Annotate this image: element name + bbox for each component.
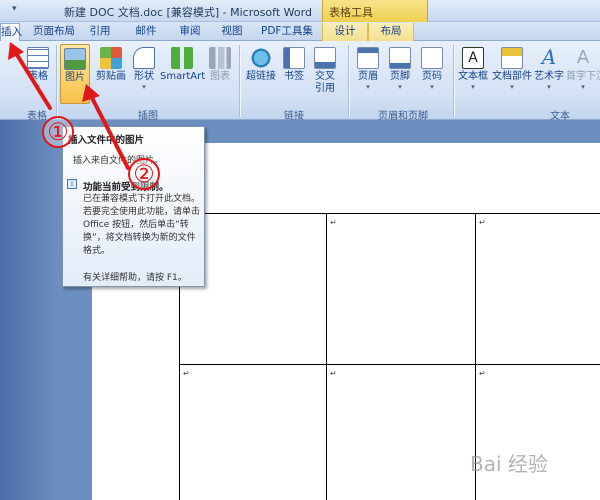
annotation-arrow-2 <box>88 92 130 170</box>
annotation-overlay <box>8 42 130 170</box>
annotation-marker-2: ② <box>128 158 160 190</box>
annotation-arrow-1 <box>12 48 52 110</box>
annotation-marker-1: ① <box>42 116 74 148</box>
arrowhead-1-icon <box>8 42 24 60</box>
baidu-jingyan-watermark: Bai 经验 <box>470 452 548 476</box>
